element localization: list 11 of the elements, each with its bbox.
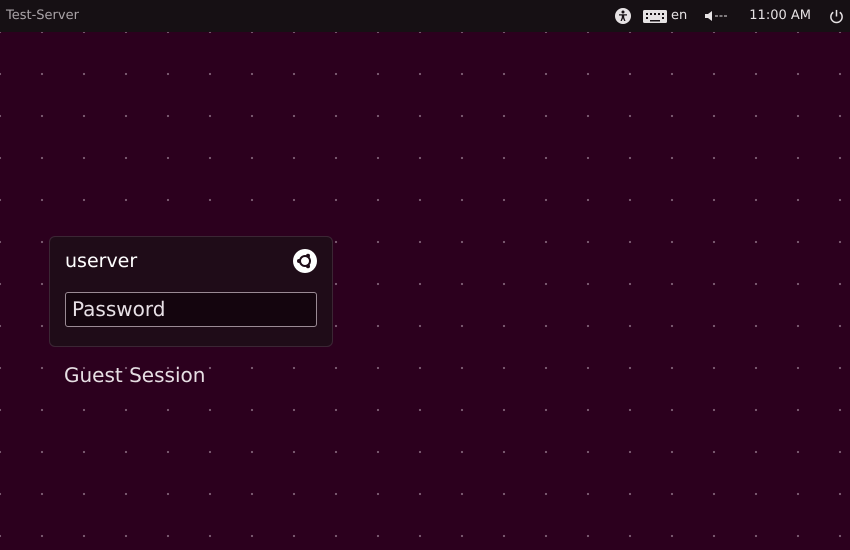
keyboard-layout[interactable]: en [671,6,688,26]
clock[interactable]: 11:00 AM [749,6,811,26]
keyboard-icon[interactable] [643,10,668,22]
hostname: Test-Server [6,7,79,26]
volume-icon[interactable] [705,11,728,21]
accessibility-icon[interactable] [615,8,632,24]
guest-session-item[interactable]: Guest Session [64,360,850,390]
username: userver [65,249,138,274]
session-logo-icon[interactable] [293,249,317,274]
password-field[interactable]: Password [65,292,317,326]
power-icon[interactable] [829,8,844,24]
